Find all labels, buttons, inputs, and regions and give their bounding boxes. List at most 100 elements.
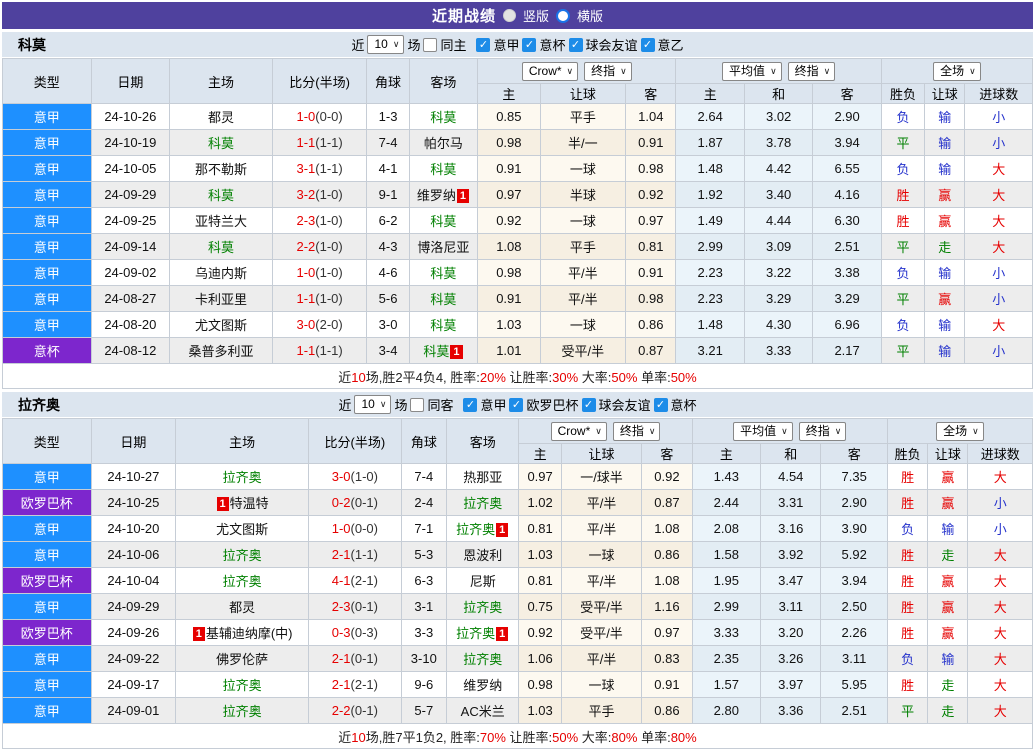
odds-provider-select[interactable]: Crow* ∨ [521, 61, 579, 81]
chevron-down-icon: ∨ [392, 39, 400, 49]
radio-horizontal-icon[interactable] [556, 8, 570, 23]
summary-text-segment: 近 [338, 369, 352, 385]
result-value: 赢 [941, 470, 955, 485]
col-header-1: 类型 [2, 418, 92, 464]
corners-cell: 5-6 [366, 285, 410, 312]
result-outcome-cell: 负 [880, 259, 926, 286]
date-cell: 24-09-02 [90, 259, 171, 286]
summary-cell: 近10场,胜7平1负2, 胜率:70% 让胜率:50% 大率:80% 单率:80… [2, 723, 1033, 749]
avg-away-cell: 7.35 [820, 463, 888, 490]
score-fulltime: 2-2 [331, 703, 351, 718]
league-checkbox-3[interactable]: ✓ [581, 397, 596, 412]
odds-provider-select[interactable]: Crow* ∨ [550, 421, 607, 441]
score-cell: 1-0(1-0) [271, 259, 368, 286]
result-goals-cell: 大 [967, 463, 1033, 490]
score-fulltime: 2-3 [331, 599, 351, 614]
date-cell: 24-09-01 [90, 697, 177, 724]
odds-stage-select[interactable]: 终指 ∨ [584, 61, 632, 81]
table-row: 意甲 24-10-06 拉齐奥 2-1(1-1) 5-3 恩波利 1.03 一球 0.86 1.5… [2, 541, 1033, 568]
avg-away-cell: 4.16 [812, 181, 882, 208]
table-row: 意甲 24-09-22 佛罗伦萨 2-1(0-1) 3-10 拉齐奥 1.06 平/半 0.83… [2, 645, 1033, 672]
odds-away-cell: 0.81 [625, 233, 677, 260]
avg-home-cell: 3.21 [675, 337, 745, 364]
league-checkbox-1[interactable]: ✓ [476, 37, 491, 52]
avg-draw-cell: 3.78 [743, 129, 814, 156]
away-team-cell: 科莫 [408, 207, 479, 234]
result-scope-select[interactable]: 全场 ∨ [933, 61, 981, 81]
league-checkbox-4[interactable]: ✓ [640, 37, 655, 52]
match-count-select[interactable]: 10 ∨ [354, 395, 392, 414]
result-value: 平 [896, 240, 910, 255]
odds-handicap-cell: 一/球半 [560, 463, 643, 490]
header-group-row: 类型 日期 主场 比分(半场) 角球 客场 Crow* ∨ 终指 ∨ 平均值 ∨ 终指 ∨ 全场 ∨ [2, 418, 1034, 464]
avg-draw-cell: 3.26 [760, 645, 822, 672]
team-label: 亚特兰大 [194, 214, 247, 229]
corners-cell: 9-1 [366, 181, 410, 208]
subcol-header-3-3: 进球数 [964, 83, 1033, 104]
result-scope-select[interactable]: 全场 ∨ [936, 421, 984, 441]
check-icon: ✓ [524, 38, 535, 51]
table-row: 意甲 24-09-17 拉齐奥 2-1(2-1) 9-6 维罗纳 0.98 一球 0.91 1.5… [2, 671, 1033, 698]
corners-cell: 4-6 [366, 259, 410, 286]
odds-home-cell: 1.03 [477, 311, 541, 338]
result-outcome-cell: 胜 [880, 207, 926, 234]
table-row: 意杯 24-08-12 桑普多利亚 1-1(1-1) 3-4 科莫 1 1.01 受平/半 0.8… [2, 337, 1033, 364]
avg-away-cell: 2.51 [820, 697, 888, 724]
corners-cell: 9-6 [400, 671, 447, 698]
chevron-down-icon: ∨ [834, 425, 842, 436]
result-outcome-cell: 胜 [886, 593, 929, 620]
team-label: 拉齐奥 [463, 652, 503, 667]
match-count-select[interactable]: 10 ∨ [367, 35, 405, 54]
odds-handicap-cell: 平手 [560, 697, 643, 724]
date-cell: 24-10-26 [90, 103, 171, 130]
result-value: 胜 [896, 188, 910, 203]
result-outcome-cell: 平 [880, 233, 926, 260]
date-cell: 24-10-06 [90, 541, 177, 568]
team-label: 热那亚 [463, 470, 503, 485]
subcol-header-2-2: 和 [760, 443, 822, 464]
odds-handicap-cell: 一球 [539, 311, 627, 338]
title-bar: 近期战绩 竖版 横版 [2, 2, 1033, 29]
radio-vertical-icon[interactable] [502, 9, 516, 22]
result-value: 赢 [938, 188, 952, 203]
league-checkbox-3[interactable]: ✓ [568, 37, 583, 52]
date-cell: 24-09-17 [90, 671, 177, 698]
subcol-header-2-3: 客 [820, 443, 888, 464]
odds-away-cell: 0.91 [625, 129, 677, 156]
result-value: 输 [938, 110, 952, 125]
summary-text-segment: 20% [479, 369, 506, 385]
result-value: 小 [993, 522, 1007, 537]
odds-handicap-cell: 一球 [560, 541, 643, 568]
score-halftime: (2-1) [350, 677, 378, 692]
avg-provider-select[interactable]: 平均值 ∨ [733, 421, 793, 441]
league-checkbox-2[interactable]: ✓ [509, 397, 524, 412]
same-venue-checkbox[interactable] [423, 37, 438, 52]
league-cell: 意甲 [2, 259, 92, 286]
score-cell: 1-0(0-0) [271, 103, 368, 130]
league-checkbox-4[interactable]: ✓ [653, 397, 668, 412]
odds-away-cell: 0.91 [641, 671, 693, 698]
team-name: 拉齐奥 [18, 396, 60, 413]
league-checkbox-2[interactable]: ✓ [522, 37, 537, 52]
summary-text-segment: 场,胜7平1负2, 胜率: [365, 729, 480, 745]
avg-home-cell: 1.43 [691, 463, 762, 490]
subcol-header-2-3: 客 [812, 83, 882, 104]
subcol-header-3-2: 让球 [927, 443, 969, 464]
home-team-cell: 都灵 [175, 593, 310, 620]
score-halftime: (1-0) [350, 469, 378, 484]
avg-stage-select[interactable]: 终指 ∨ [787, 61, 836, 81]
league-checkbox-1[interactable]: ✓ [463, 397, 478, 412]
odds-stage-select[interactable]: 终指 ∨ [612, 421, 661, 441]
result-goals-cell: 小 [964, 103, 1033, 130]
table-row: 意甲 24-08-20 尤文图斯 3-0(2-0) 3-0 科莫 1.03 一球 0.86 1.4… [2, 311, 1033, 338]
home-team-cell: 1 特温特 [175, 489, 310, 516]
summary-text-segment: 10 [351, 729, 366, 745]
odds-home-cell: 0.98 [477, 259, 541, 286]
odds-home-cell: 0.85 [477, 103, 541, 130]
result-value: 大 [992, 318, 1006, 333]
result-value: 大 [993, 652, 1007, 667]
avg-provider-select[interactable]: 平均值 ∨ [722, 61, 782, 81]
same-venue-checkbox[interactable] [410, 397, 425, 412]
avg-home-cell: 1.92 [675, 181, 745, 208]
avg-stage-select[interactable]: 终指 ∨ [798, 421, 847, 441]
